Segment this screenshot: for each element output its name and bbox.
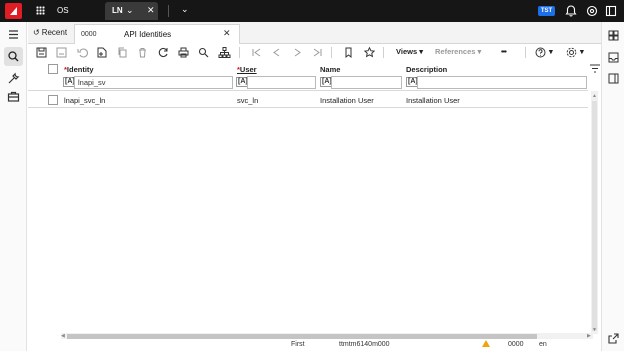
app-grid-icon[interactable] <box>36 6 45 15</box>
help-icon[interactable] <box>534 46 547 59</box>
refresh-icon[interactable] <box>157 46 170 59</box>
session-id: ttmtm6140m000 <box>339 341 390 348</box>
views-label: Views <box>396 47 418 56</box>
user-filter-input[interactable] <box>247 76 316 89</box>
caret-down-icon[interactable]: ▾ <box>580 47 584 56</box>
scrollbar-thumb[interactable] <box>592 101 597 331</box>
toolbar: Views ▾ References ▾ ••• ▾ ▾ <box>28 44 601 61</box>
top-bar: OS LN ⌄ ✕ ⌄ TST <box>0 0 624 22</box>
close-icon[interactable]: ✕ <box>147 5 155 16</box>
scroll-left-icon[interactable]: ◀ <box>61 333 65 339</box>
session-tab-row: ↺ Recent 0000 API Identities ✕ <box>28 22 601 44</box>
recent-button[interactable]: ↺ Recent <box>31 28 67 37</box>
caret-down-icon[interactable]: ▾ <box>549 47 553 56</box>
views-dropdown[interactable]: Views ▾ <box>396 47 423 56</box>
star-icon[interactable] <box>363 46 376 59</box>
tab-ln[interactable]: LN ⌄ ✕ <box>105 2 158 20</box>
language-code: en <box>539 341 547 348</box>
right-sidebar <box>601 22 624 351</box>
os-label[interactable]: OS <box>57 6 69 15</box>
column-label: Name <box>320 65 341 74</box>
infor-logo-icon[interactable] <box>5 3 22 19</box>
caret-down-icon: ▾ <box>419 47 423 56</box>
menu-icon[interactable] <box>4 25 23 44</box>
divider <box>28 107 588 108</box>
tools-icon[interactable] <box>4 69 23 88</box>
print-icon[interactable] <box>177 46 190 59</box>
delete-icon[interactable] <box>136 46 149 59</box>
identity-filter-input[interactable] <box>74 76 233 89</box>
references-label: References <box>435 47 476 56</box>
close-icon[interactable]: ✕ <box>223 28 231 39</box>
save-new-icon[interactable] <box>35 46 48 59</box>
help-circle-icon[interactable] <box>584 3 600 19</box>
previous-record-icon[interactable] <box>270 46 283 59</box>
search-icon[interactable] <box>4 47 23 66</box>
session-title: API Identities <box>124 30 172 39</box>
column-options-icon[interactable] <box>590 64 600 75</box>
env-badge: TST <box>538 6 555 16</box>
references-dropdown[interactable]: References ▾ <box>435 47 481 56</box>
hierarchy-icon[interactable] <box>218 46 231 59</box>
last-record-icon[interactable] <box>311 46 324 59</box>
bookmark-icon[interactable] <box>342 46 355 59</box>
divider <box>525 47 526 58</box>
company-number: 0000 <box>508 341 524 348</box>
undo-icon[interactable] <box>76 46 89 59</box>
user-avatar-icon[interactable] <box>603 3 619 19</box>
divider <box>28 90 588 91</box>
copy-icon[interactable] <box>116 46 129 59</box>
next-record-icon[interactable] <box>291 46 304 59</box>
settings-gear-icon[interactable] <box>565 46 578 59</box>
find-icon[interactable] <box>197 46 210 59</box>
chevron-down-icon[interactable]: ⌄ <box>126 5 134 16</box>
vertical-scrollbar[interactable]: ▲ ▼ <box>591 91 598 334</box>
chevron-down-icon[interactable]: ⌄ <box>181 4 189 15</box>
session-code: 0000 <box>81 31 97 38</box>
divider <box>331 47 332 58</box>
horizontal-scrollbar[interactable]: ◀ ▶ <box>61 333 593 339</box>
bell-icon[interactable] <box>563 3 579 19</box>
column-label: Identity <box>66 65 94 74</box>
divider <box>239 47 240 58</box>
description-cell[interactable]: Installation User <box>406 96 460 105</box>
scroll-up-icon[interactable]: ▲ <box>592 93 597 99</box>
select-all-checkbox[interactable] <box>48 64 58 74</box>
name-filter-input[interactable] <box>331 76 402 89</box>
warning-icon[interactable] <box>482 340 490 347</box>
caret-down-icon: ▾ <box>477 47 482 56</box>
scrollbar-thumb[interactable] <box>67 334 537 339</box>
tab-ln-label: LN <box>112 6 123 15</box>
record-position: First <box>291 341 305 348</box>
identity-cell[interactable]: lnapi_svc_ln <box>64 96 105 105</box>
user-cell[interactable]: svc_ln <box>237 96 258 105</box>
history-icon: ↺ <box>33 28 40 37</box>
panels-icon[interactable] <box>606 28 621 43</box>
status-bar: First ttmtm6140m000 0000 en <box>28 340 601 351</box>
divider <box>168 5 169 17</box>
data-grid: *Identity *User Name Description [A] [A]… <box>28 61 601 351</box>
external-link-icon[interactable] <box>606 331 621 346</box>
more-actions-button[interactable]: ••• <box>501 47 507 56</box>
name-cell[interactable]: Installation User <box>320 96 374 105</box>
inbox-icon[interactable] <box>606 50 621 65</box>
panel-right-icon[interactable] <box>606 71 621 86</box>
left-sidebar <box>0 22 27 351</box>
divider <box>383 47 384 58</box>
recent-label: Recent <box>41 28 68 37</box>
briefcase-icon[interactable] <box>4 87 23 106</box>
tab-api-identities[interactable]: 0000 API Identities ✕ <box>74 24 240 44</box>
column-label: User <box>239 65 257 74</box>
new-record-icon[interactable] <box>95 46 108 59</box>
column-label: Description <box>406 65 448 74</box>
scroll-right-icon[interactable]: ▶ <box>587 333 591 339</box>
first-record-icon[interactable] <box>250 46 263 59</box>
save-close-icon[interactable] <box>55 46 68 59</box>
row-checkbox[interactable] <box>48 95 58 105</box>
description-filter-input[interactable] <box>417 76 587 89</box>
